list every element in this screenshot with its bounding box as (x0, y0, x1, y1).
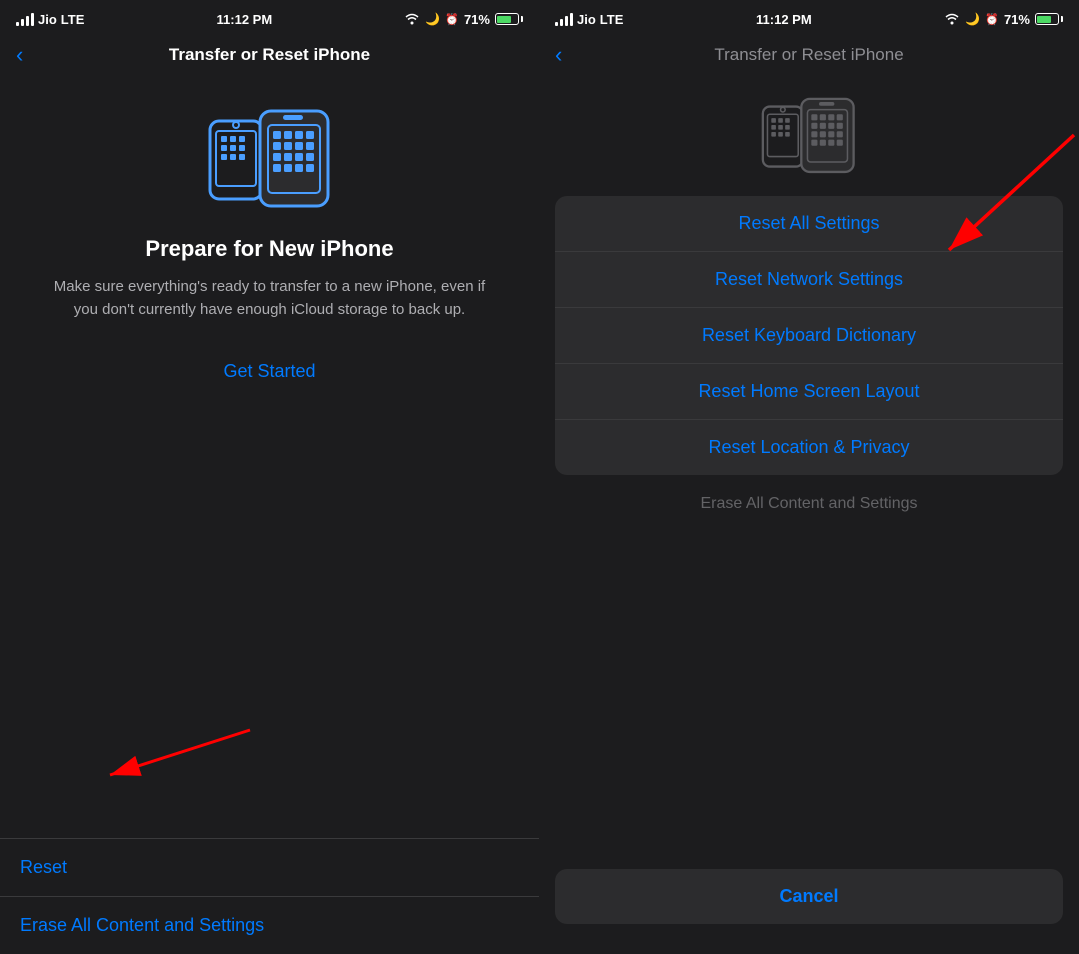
left-panel: Jio LTE 11:12 PM 🌙 ⏰ 71% ‹ (0, 0, 539, 954)
reset-location-privacy-item[interactable]: Reset Location & Privacy (555, 420, 1063, 475)
reset-button[interactable]: Reset (0, 839, 539, 897)
cancel-button[interactable]: Cancel (555, 869, 1063, 924)
right-battery-icon (1035, 13, 1063, 25)
alarm-icon: ⏰ (445, 13, 459, 26)
cancel-container: Cancel (555, 869, 1063, 924)
prepare-desc: Make sure everything's ready to transfer… (30, 276, 509, 321)
reset-network-settings-item[interactable]: Reset Network Settings (555, 252, 1063, 308)
right-time: 11:12 PM (756, 12, 812, 27)
right-status-bar: Jio LTE 11:12 PM 🌙 ⏰ 71% (539, 0, 1079, 36)
right-back-chevron-icon: ‹ (555, 44, 562, 66)
right-panel: Jio LTE 11:12 PM 🌙 ⏰ 71% ‹ Transf (539, 0, 1079, 954)
battery-pct: 71% (464, 12, 490, 27)
transfer-phones-icon (205, 96, 335, 216)
right-alarm-icon: ⏰ (985, 13, 999, 26)
get-started-button[interactable]: Get Started (223, 351, 315, 392)
left-back-button[interactable]: ‹ (16, 44, 25, 66)
right-battery-pct: 71% (1004, 12, 1030, 27)
left-time: 11:12 PM (217, 12, 273, 27)
network-label: LTE (61, 12, 85, 27)
left-nav-bar: ‹ Transfer or Reset iPhone (0, 36, 539, 76)
right-nav-bar: ‹ Transfer or Reset iPhone (539, 36, 1079, 76)
erase-button[interactable]: Erase All Content and Settings (0, 897, 539, 954)
left-back-chevron-icon: ‹ (16, 44, 23, 66)
reset-home-screen-item[interactable]: Reset Home Screen Layout (555, 364, 1063, 420)
left-status-right: 🌙 ⏰ 71% (404, 12, 523, 27)
right-status-left: Jio LTE (555, 12, 623, 27)
right-status-right: 🌙 ⏰ 71% (944, 12, 1063, 27)
left-bottom-actions: Reset Erase All Content and Settings (0, 838, 539, 954)
signal-icon (16, 12, 34, 26)
prepare-title: Prepare for New iPhone (145, 236, 393, 262)
left-content: Prepare for New iPhone Make sure everyth… (0, 76, 539, 838)
right-signal-icon (555, 12, 573, 26)
right-wifi-icon (944, 13, 960, 25)
left-status-bar: Jio LTE 11:12 PM 🌙 ⏰ 71% (0, 0, 539, 36)
moon-icon: 🌙 (425, 12, 440, 26)
right-icon-container (539, 76, 1079, 186)
left-status-left: Jio LTE (16, 12, 84, 27)
reset-list: Reset All Settings Reset Network Setting… (555, 196, 1063, 475)
right-moon-icon: 🌙 (965, 12, 980, 26)
right-nav-title: Transfer or Reset iPhone (714, 45, 903, 65)
right-network-label: LTE (600, 12, 624, 27)
battery-icon (495, 13, 523, 25)
right-back-button[interactable]: ‹ (555, 44, 564, 66)
carrier-label: Jio (38, 12, 57, 27)
left-nav-title: Transfer or Reset iPhone (169, 45, 370, 65)
erase-all-dim: Erase All Content and Settings (539, 485, 1079, 523)
right-transfer-icon (759, 91, 859, 176)
right-carrier-label: Jio (577, 12, 596, 27)
reset-all-settings-item[interactable]: Reset All Settings (555, 196, 1063, 252)
wifi-icon (404, 13, 420, 25)
reset-keyboard-dictionary-item[interactable]: Reset Keyboard Dictionary (555, 308, 1063, 364)
